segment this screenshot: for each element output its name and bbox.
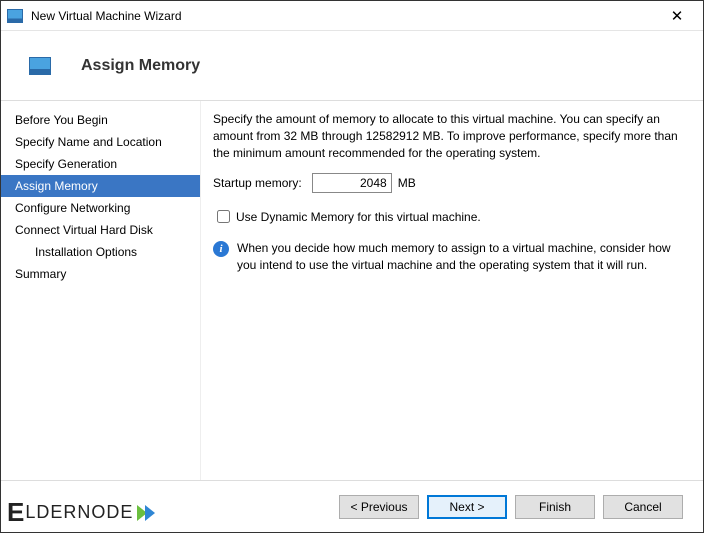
wizard-header: Assign Memory <box>1 31 703 101</box>
startup-memory-row: Startup memory: MB <box>213 173 687 193</box>
startup-memory-input[interactable] <box>312 173 392 193</box>
description-text: Specify the amount of memory to allocate… <box>213 111 687 161</box>
titlebar: New Virtual Machine Wizard ✕ <box>1 1 703 31</box>
dynamic-memory-checkbox[interactable] <box>217 210 230 223</box>
sidebar-step-specify-name-and-location[interactable]: Specify Name and Location <box>1 131 200 153</box>
sidebar-step-assign-memory[interactable]: Assign Memory <box>1 175 200 197</box>
wizard-window: New Virtual Machine Wizard ✕ Assign Memo… <box>0 0 704 533</box>
sidebar-step-configure-networking[interactable]: Configure Networking <box>1 197 200 219</box>
previous-button[interactable]: < Previous <box>339 495 419 519</box>
wizard-body: Before You BeginSpecify Name and Locatio… <box>1 101 703 480</box>
watermark-rest: LDERNODE <box>25 502 133 523</box>
sidebar-step-summary[interactable]: Summary <box>1 263 200 285</box>
cancel-button[interactable]: Cancel <box>603 495 683 519</box>
page-title: Assign Memory <box>81 57 200 75</box>
sidebar-step-connect-virtual-hard-disk[interactable]: Connect Virtual Hard Disk <box>1 219 200 241</box>
next-button[interactable]: Next > <box>427 495 507 519</box>
close-icon[interactable]: ✕ <box>657 2 697 30</box>
startup-memory-label: Startup memory: <box>213 176 302 190</box>
sidebar-step-before-you-begin[interactable]: Before You Begin <box>1 109 200 131</box>
sidebar-step-installation-options[interactable]: Installation Options <box>1 241 200 263</box>
watermark-first: E <box>7 497 24 528</box>
info-row: i When you decide how much memory to ass… <box>213 240 687 274</box>
window-title: New Virtual Machine Wizard <box>31 9 182 23</box>
dynamic-memory-row: Use Dynamic Memory for this virtual mach… <box>213 207 687 226</box>
wizard-content: Specify the amount of memory to allocate… <box>201 101 703 480</box>
startup-memory-unit: MB <box>398 176 416 190</box>
wizard-footer: E LDERNODE < Previous Next > Finish Canc… <box>1 480 703 532</box>
monitor-icon <box>29 57 51 75</box>
finish-button[interactable]: Finish <box>515 495 595 519</box>
info-text: When you decide how much memory to assig… <box>237 240 687 274</box>
wizard-steps-sidebar: Before You BeginSpecify Name and Locatio… <box>1 101 201 480</box>
info-icon: i <box>213 241 229 257</box>
app-icon <box>7 9 23 23</box>
watermark-logo: E LDERNODE <box>7 497 161 528</box>
dynamic-memory-label: Use Dynamic Memory for this virtual mach… <box>236 210 481 224</box>
watermark-arrow-icon <box>135 500 161 526</box>
sidebar-step-specify-generation[interactable]: Specify Generation <box>1 153 200 175</box>
